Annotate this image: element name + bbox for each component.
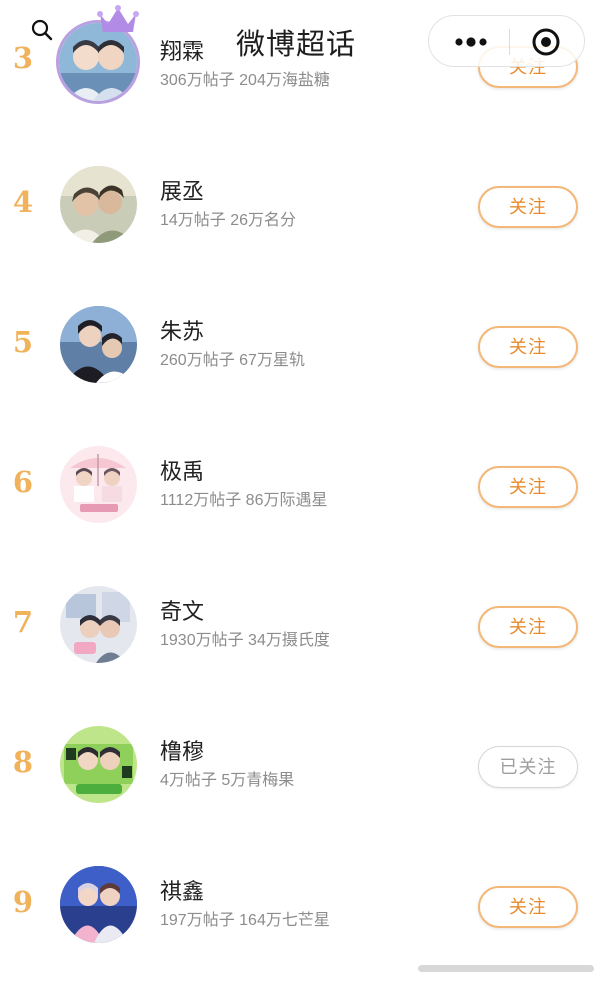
topic-stats: 197万帖子 164万七芒星: [160, 912, 330, 929]
follow-button[interactable]: 关注: [478, 186, 578, 228]
avatar[interactable]: [60, 446, 137, 523]
rank-number: 4: [12, 185, 34, 219]
close-icon[interactable]: [531, 27, 561, 57]
avatar[interactable]: [60, 586, 137, 663]
follow-button[interactable]: 关注: [478, 606, 578, 648]
crown-icon: [97, 5, 139, 32]
topic-stats: 14万帖子 26万名分: [160, 212, 297, 229]
rank-number: 9: [12, 885, 34, 919]
avatar[interactable]: [60, 166, 137, 243]
page-title: 微博超话: [236, 27, 357, 61]
avatar[interactable]: [60, 726, 137, 803]
list-item[interactable]: 9 祺鑫 197万帖子 164万七芒星 关注: [0, 840, 600, 970]
followed-button[interactable]: 已关注: [478, 746, 578, 788]
topic-stats: 260万帖子 67万星轨: [160, 352, 305, 369]
mini-program-capsule: [428, 15, 585, 67]
topic-name[interactable]: 祺鑫: [160, 878, 204, 906]
topic-stats: 1930万帖子 34万摄氏度: [160, 632, 330, 649]
topic-stats: 4万帖子 5万青梅果: [160, 772, 295, 789]
list-item[interactable]: 5 朱苏 260万帖子 67万星轨 关注: [0, 280, 600, 410]
topic-name[interactable]: 翔霖: [160, 38, 204, 66]
list-item[interactable]: 7 奇文 1930万帖子 34万摄氏度 关注: [0, 560, 600, 690]
topic-name[interactable]: 极禹: [160, 458, 204, 486]
topic-name[interactable]: 展丞: [160, 178, 204, 206]
avatar[interactable]: [60, 866, 137, 943]
follow-button[interactable]: 关注: [478, 886, 578, 928]
rank-number: 8: [12, 745, 34, 779]
topic-name[interactable]: 橹穆: [160, 738, 204, 766]
scroll-indicator[interactable]: [418, 965, 594, 972]
topic-name[interactable]: 朱苏: [160, 318, 204, 346]
rank-number: 6: [12, 465, 34, 499]
topic-name[interactable]: 奇文: [160, 598, 204, 626]
rank-number: 5: [12, 325, 34, 359]
list-item[interactable]: 6 极禹 1112万帖子 86万际遇星 关注: [0, 420, 600, 550]
capsule-divider: [509, 29, 510, 55]
more-icon[interactable]: [451, 32, 491, 52]
rank-number: 7: [12, 605, 34, 639]
rank-number: 3: [12, 41, 34, 75]
list-item[interactable]: 4 展丞 14万帖子 26万名分 关注: [0, 140, 600, 270]
list-item[interactable]: 8 橹穆 4万帖子 5万青梅果 已关注: [0, 700, 600, 830]
avatar[interactable]: [60, 306, 137, 383]
topic-stats: 306万帖子 204万海盐糖: [160, 72, 330, 89]
follow-button[interactable]: 关注: [478, 326, 578, 368]
follow-button[interactable]: 关注: [478, 466, 578, 508]
topic-stats: 1112万帖子 86万际遇星: [160, 492, 328, 509]
